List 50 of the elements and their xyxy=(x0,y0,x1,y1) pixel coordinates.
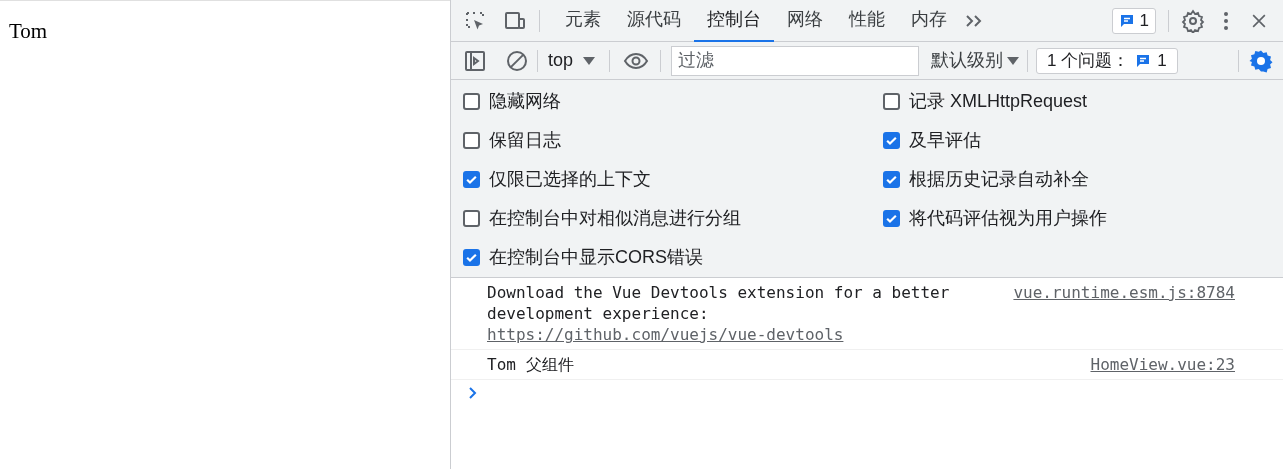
checkbox-label: 在控制台中对相似消息进行分组 xyxy=(489,207,741,230)
checkbox-label: 根据历史记录自动补全 xyxy=(909,168,1089,191)
checkmark-icon xyxy=(885,212,898,225)
issues-button[interactable]: 1 个问题： 1 xyxy=(1036,47,1178,74)
sidebar-icon[interactable] xyxy=(463,48,487,73)
console-link[interactable]: https://github.com/vuejs/vue-devtools xyxy=(487,325,844,344)
checkmark-icon xyxy=(465,251,478,264)
message-icon xyxy=(1118,12,1135,29)
more-tabs-icon[interactable] xyxy=(964,12,984,29)
page-text: Tom xyxy=(9,19,48,43)
checkbox-label: 记录 XMLHttpRequest xyxy=(909,90,1088,113)
devtools-tab[interactable]: 内存 xyxy=(898,0,960,42)
checkbox[interactable] xyxy=(463,249,480,266)
checkmark-icon xyxy=(885,173,898,186)
devtools-tab[interactable]: 网络 xyxy=(774,0,836,42)
checkbox-label: 及早评估 xyxy=(909,129,981,152)
checkbox[interactable] xyxy=(463,210,480,227)
checkbox[interactable] xyxy=(883,93,900,110)
messages-badge[interactable]: 1 xyxy=(1111,7,1156,34)
more-menu-icon[interactable] xyxy=(1223,10,1229,31)
checkbox[interactable] xyxy=(883,171,900,188)
devtools-tab[interactable]: 源代码 xyxy=(614,0,694,42)
console-message: Tom 父组件 xyxy=(487,354,575,375)
caret-icon xyxy=(1007,56,1020,65)
settings-icon[interactable] xyxy=(1249,48,1273,73)
prompt-icon xyxy=(468,386,478,400)
checkmark-icon xyxy=(885,134,898,147)
checkbox[interactable] xyxy=(463,132,480,149)
source-link[interactable]: vue.runtime.esm.js:8784 xyxy=(1013,282,1235,345)
caret-icon xyxy=(583,56,596,65)
checkbox[interactable] xyxy=(463,93,480,110)
log-level-dropdown[interactable]: 默认级别 xyxy=(931,47,1020,74)
devtools-tab[interactable]: 性能 xyxy=(836,0,898,42)
checkbox-label: 保留日志 xyxy=(489,129,561,152)
source-link[interactable]: HomeView.vue:23 xyxy=(1090,354,1235,375)
filter-field[interactable]: 过滤 xyxy=(671,45,920,76)
settings-icon[interactable] xyxy=(1181,8,1205,33)
checkbox-label: 隐藏网络 xyxy=(489,90,561,113)
checkbox-label: 仅限已选择的上下文 xyxy=(489,168,651,191)
checkbox-label: 将代码评估视为用户操作 xyxy=(909,207,1107,230)
checkmark-icon xyxy=(465,173,478,186)
checkbox-label: 在控制台中显示CORS错误 xyxy=(489,246,703,269)
message-icon xyxy=(1135,52,1152,69)
devtools-tab[interactable]: 元素 xyxy=(552,0,614,42)
context-dropdown[interactable]: top xyxy=(546,47,598,74)
checkbox[interactable] xyxy=(463,171,480,188)
checkbox[interactable] xyxy=(883,210,900,227)
console-message: Download the Vue Devtools extension for a better development experience: https://github.com/vuejs/vue-devtools xyxy=(487,282,951,345)
checkbox[interactable] xyxy=(883,132,900,149)
clear-icon[interactable] xyxy=(505,48,529,73)
